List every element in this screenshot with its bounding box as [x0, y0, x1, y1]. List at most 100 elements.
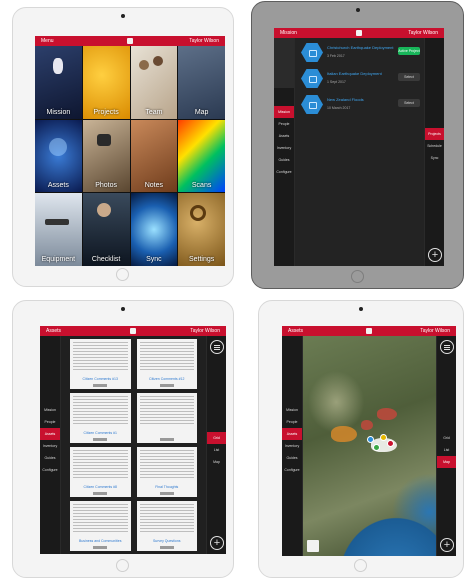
- map-pin[interactable]: [367, 436, 374, 443]
- sidebar-item-configure[interactable]: Configure: [282, 464, 302, 476]
- tile-projects[interactable]: Projects: [82, 46, 130, 119]
- user-name[interactable]: Taylor Wilson: [189, 38, 219, 44]
- sidebar-item-configure[interactable]: Configure: [274, 166, 294, 178]
- sidebar-item-assets[interactable]: Assets: [274, 130, 294, 142]
- list-item[interactable]: Christchurch Earthquake Deployment 3 Feb…: [295, 42, 424, 64]
- tile-scans[interactable]: Scans: [178, 119, 225, 193]
- tile-photos[interactable]: Photos: [82, 119, 130, 193]
- user-name[interactable]: Taylor Wilson: [420, 328, 450, 334]
- home-button[interactable]: [116, 268, 129, 281]
- select-button[interactable]: Select: [398, 73, 420, 81]
- tablet-menu: Menu Taylor Wilson Mission Projects Team…: [12, 7, 234, 287]
- app-icon[interactable]: [366, 328, 372, 334]
- sidebar-item-mission[interactable]: Mission: [274, 106, 294, 118]
- map-pin[interactable]: [387, 440, 394, 447]
- map-zone-red[interactable]: [361, 420, 373, 430]
- add-icon[interactable]: +: [210, 536, 224, 550]
- map-pin[interactable]: [380, 434, 387, 441]
- card-title: Survey Questions: [152, 539, 181, 543]
- screen-assets-map: Assets Taylor Wilson Mission People Asse…: [282, 326, 456, 556]
- home-button[interactable]: [354, 559, 367, 572]
- left-sidebar: Mission People Assets Inventory Guides C…: [274, 38, 295, 266]
- project-icon: [301, 95, 323, 114]
- tab-list[interactable]: List: [437, 444, 456, 456]
- map-pin[interactable]: [373, 444, 380, 451]
- home-button[interactable]: [116, 559, 129, 572]
- tile-map[interactable]: Map: [178, 46, 225, 119]
- app-icon[interactable]: [127, 38, 133, 44]
- asset-card[interactable]: Citizen Comments #8: [70, 447, 131, 497]
- sidebar-item-guides[interactable]: Guides: [40, 452, 60, 464]
- home-button[interactable]: [350, 270, 364, 283]
- map-zone-orange[interactable]: [331, 426, 357, 442]
- sidebar-item-mission[interactable]: Mission: [282, 404, 302, 416]
- tab-grid[interactable]: Grid: [437, 432, 456, 444]
- tab-map[interactable]: Map: [207, 456, 226, 468]
- asset-cards: Citizen Comments #13 Citizen Comments #1…: [70, 339, 197, 551]
- user-name[interactable]: Taylor Wilson: [190, 328, 220, 334]
- camera-dot: [355, 8, 360, 12]
- tab-map[interactable]: Map: [437, 456, 456, 468]
- asset-card[interactable]: Business and Communities: [70, 501, 131, 551]
- top-bar: Assets Taylor Wilson: [282, 326, 456, 336]
- tab-list[interactable]: List: [207, 444, 226, 456]
- tile-assets[interactable]: Assets: [35, 119, 82, 193]
- tablet-assets-map: Assets Taylor Wilson Mission People Asse…: [258, 300, 464, 578]
- asset-card[interactable]: Final Thoughts: [136, 447, 197, 497]
- tab-schedule[interactable]: Schedule: [425, 140, 444, 152]
- asset-card[interactable]: Citizen Comments #1: [70, 393, 131, 443]
- sidebar-item-inventory[interactable]: Inventory: [282, 440, 302, 452]
- map-zone-red[interactable]: [377, 408, 397, 420]
- tile-notes[interactable]: Notes: [130, 119, 178, 193]
- sidebar-item-inventory[interactable]: Inventory: [40, 440, 60, 452]
- tab-sync[interactable]: Sync: [425, 152, 444, 164]
- app-icon[interactable]: [130, 328, 136, 334]
- sidebar-item-configure[interactable]: Configure: [40, 464, 60, 476]
- asset-card[interactable]: Survey Questions: [136, 501, 197, 551]
- filter-icon[interactable]: [210, 340, 224, 354]
- camera-dot: [359, 307, 363, 311]
- list-item[interactable]: Italian Earthquake Deployment 1 Sept 201…: [295, 68, 424, 90]
- tile-mission[interactable]: Mission: [35, 46, 82, 119]
- map-legend-icon[interactable]: [307, 540, 319, 552]
- project-title: Christchurch Earthquake Deployment: [327, 45, 394, 50]
- tile-checklist[interactable]: Checklist: [82, 193, 130, 266]
- project-date: 10 March 2017: [327, 106, 351, 110]
- project-title: New Zealand Floods: [327, 97, 364, 102]
- sidebar-item-inventory[interactable]: Inventory: [274, 142, 294, 154]
- sidebar-item-guides[interactable]: Guides: [274, 154, 294, 166]
- asset-card[interactable]: Citizen Comments #12: [136, 339, 197, 389]
- tile-settings[interactable]: Settings: [178, 193, 225, 266]
- card-title: Final Thoughts: [155, 485, 179, 489]
- sidebar-item-guides[interactable]: Guides: [282, 452, 302, 464]
- tab-projects[interactable]: Projects: [425, 128, 444, 140]
- tile-sync[interactable]: Sync: [130, 193, 178, 266]
- tile-team[interactable]: Team: [130, 46, 178, 119]
- add-icon[interactable]: +: [440, 538, 454, 552]
- sidebar-item-people[interactable]: People: [274, 118, 294, 130]
- list-item[interactable]: New Zealand Floods 10 March 2017 Select: [295, 94, 424, 116]
- card-title: Business and Communities: [79, 539, 122, 543]
- sidebar-item-people[interactable]: People: [40, 416, 60, 428]
- select-button[interactable]: Select: [398, 99, 420, 107]
- filter-icon[interactable]: [440, 340, 454, 354]
- tab-grid[interactable]: Grid: [207, 432, 226, 444]
- sidebar-item-people[interactable]: People: [282, 416, 302, 428]
- project-title: Italian Earthquake Deployment: [327, 71, 382, 76]
- tile-label: Notes: [144, 182, 164, 190]
- app-icon[interactable]: [356, 30, 362, 36]
- satellite-map[interactable]: [303, 336, 436, 556]
- tile-label: Assets: [47, 182, 69, 190]
- sidebar-item-assets[interactable]: Assets: [282, 428, 302, 440]
- asset-card[interactable]: [136, 393, 197, 443]
- top-bar: Mission Taylor Wilson: [274, 28, 444, 38]
- card-title: Citizen Comments #1: [83, 431, 117, 435]
- user-name[interactable]: Taylor Wilson: [408, 30, 438, 36]
- active-project-button[interactable]: Active Project: [398, 47, 420, 55]
- add-icon[interactable]: +: [428, 248, 442, 262]
- asset-card[interactable]: Citizen Comments #13: [70, 339, 131, 389]
- menu-grid: Mission Projects Team Map Assets Photos …: [35, 46, 225, 266]
- tile-equipment[interactable]: Equipment: [35, 193, 82, 266]
- sidebar-item-assets[interactable]: Assets: [40, 428, 60, 440]
- sidebar-item-mission[interactable]: Mission: [40, 404, 60, 416]
